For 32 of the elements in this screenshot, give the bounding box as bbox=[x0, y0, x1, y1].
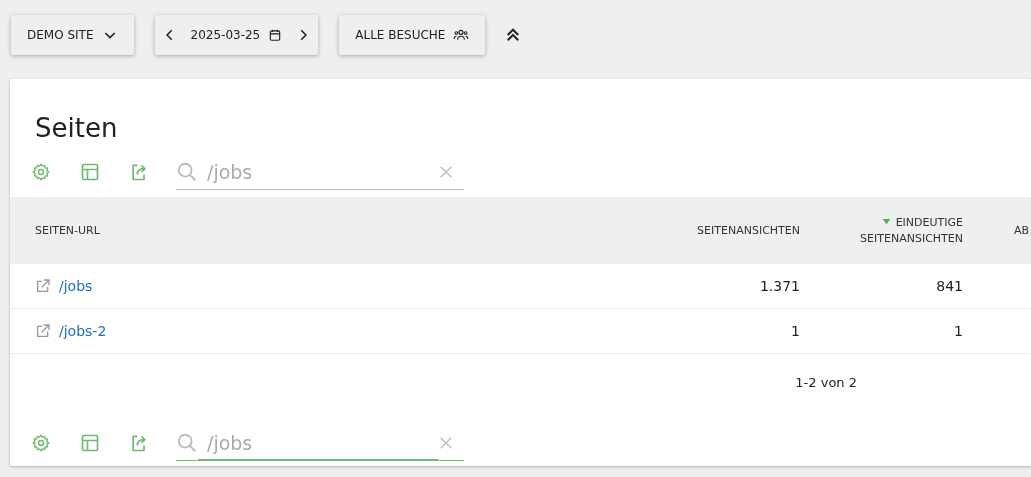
calendar-icon bbox=[268, 28, 283, 42]
column-header[interactable]: AB bbox=[978, 224, 1031, 237]
page-link[interactable]: /jobs-2 bbox=[59, 323, 107, 339]
table-cell-text: 1.371 bbox=[758, 278, 801, 294]
table-view-button[interactable] bbox=[79, 432, 101, 454]
export-icon bbox=[129, 162, 149, 182]
external-link-icon bbox=[35, 278, 51, 294]
settings-button[interactable] bbox=[30, 161, 52, 183]
pagination-text: 1-2 von 2 bbox=[795, 374, 857, 390]
sort-descending-icon bbox=[881, 216, 891, 226]
table-view-button[interactable] bbox=[79, 161, 101, 183]
table-cell-text: 1 bbox=[790, 323, 801, 339]
column-header[interactable]: SEITEN-URL bbox=[10, 224, 640, 237]
settings-button[interactable] bbox=[30, 432, 52, 454]
external-link-icon bbox=[35, 323, 51, 339]
date-button[interactable]: 2025-03-25 bbox=[190, 28, 283, 42]
table-cell-text: 841 bbox=[935, 278, 964, 294]
table-icon bbox=[80, 162, 100, 182]
site-dropdown-button[interactable]: DEMO SITE bbox=[11, 15, 134, 55]
column-header[interactable]: SEITENANSICHTEN bbox=[640, 224, 815, 237]
search-icon bbox=[176, 160, 198, 183]
settings-icon bbox=[31, 162, 51, 182]
table-cell-text: 1 bbox=[953, 323, 964, 339]
card-title: Seiten bbox=[34, 112, 119, 145]
search-icon bbox=[176, 431, 198, 454]
page-link[interactable]: /jobs bbox=[59, 278, 93, 294]
table-icon bbox=[80, 433, 100, 453]
people-icon bbox=[453, 27, 470, 43]
export-icon bbox=[129, 433, 149, 453]
column-header[interactable]: EINDEUTIGE SEITENANSICHTEN bbox=[815, 214, 978, 247]
segment-button[interactable]: ALLE BESUCHE bbox=[339, 15, 486, 55]
settings-icon bbox=[31, 433, 51, 453]
